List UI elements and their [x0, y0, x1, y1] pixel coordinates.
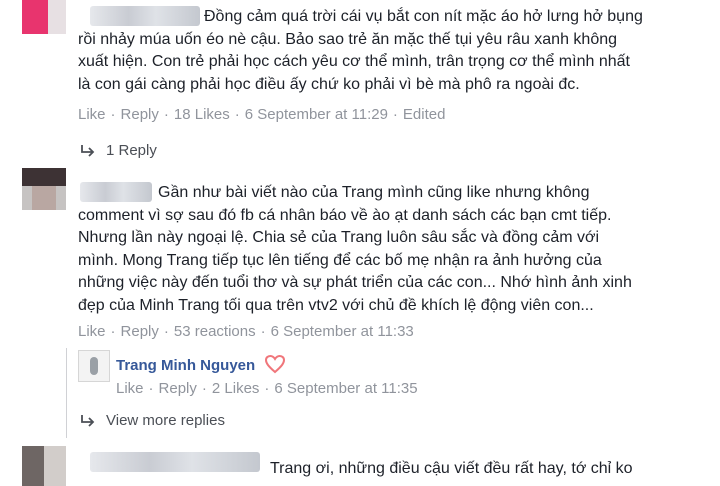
comment-1-replies-link[interactable]: 1 Reply — [80, 142, 157, 159]
edited-label: Edited — [402, 106, 446, 123]
like-link[interactable]: Like — [116, 380, 144, 397]
reply-link[interactable]: Reply — [121, 323, 159, 340]
avatar-blur-block — [32, 186, 56, 210]
comment-3-line: Trang ơi, những điều cậu viết đều rất ha… — [270, 460, 633, 477]
comment-1-line: Đồng cảm quá trời cái vụ bắt con nít mặc… — [204, 8, 643, 25]
timestamp[interactable]: 6 September at 11:29 — [245, 106, 388, 123]
avatar-blur-block — [22, 0, 48, 34]
comment-2-actions: Like · Reply · 53 reactions · 6 September at 1… — [78, 323, 414, 340]
comment-1-body: Đồng cảm quá trời cái vụ bắt con nít mặc… — [78, 6, 643, 96]
comment-3-author-blurred[interactable] — [90, 452, 260, 472]
comment-2-body: Gần như bài viết nào của Trang mình cũng… — [78, 182, 632, 317]
comment-2-line: đẹp của Minh Trang tối qua trên vtv2 với… — [78, 296, 594, 314]
reply-arrow-icon — [81, 145, 95, 157]
likes-count[interactable]: 18 Likes — [174, 106, 230, 123]
avatar-figure — [90, 357, 98, 375]
reply-link[interactable]: Reply — [121, 106, 159, 123]
reply-arrow-icon — [81, 415, 95, 427]
reactions-count[interactable]: 53 reactions — [174, 323, 256, 340]
timestamp[interactable]: 6 September at 11:33 — [271, 323, 414, 340]
comment-2-avatar[interactable] — [22, 168, 66, 210]
comment-2-line: những việc này đến tuổi thơ và sự phát t… — [78, 274, 632, 291]
reply-thread-line — [66, 348, 67, 438]
reply-header: Trang Minh Nguyen — [116, 354, 286, 375]
reply-author-name[interactable]: Trang Minh Nguyen — [116, 357, 255, 374]
like-link[interactable]: Like — [78, 106, 106, 123]
comment-1-avatar[interactable] — [22, 0, 66, 34]
comment-3-body: Trang ơi, những điều cậu viết đều rất ha… — [270, 458, 633, 481]
avatar-blur-block — [44, 446, 66, 486]
comment-2-line: mình. Mong Trang tiếp tục lên tiếng để c… — [78, 251, 602, 269]
avatar-blur-block — [22, 446, 44, 486]
reply-actions: Like · Reply · 2 Likes · 6 September at 11:35 — [116, 380, 418, 397]
avatar-blur-block — [22, 168, 66, 186]
comment-2-line: Nhưng lần này ngoại lệ. Chia sẻ của Tran… — [78, 229, 600, 246]
comment-1-line: là con gái càng phải học điều ấy chứ ko … — [78, 75, 580, 93]
comment-2-line: Gần như bài viết nào của Trang mình cũng… — [158, 184, 590, 201]
comment-1-line: xuất hiện. Con trẻ phải học cách yêu cơ … — [78, 53, 630, 70]
view-more-replies-label: View more replies — [106, 412, 225, 429]
replies-count-label: 1 Reply — [106, 142, 157, 159]
comment-3-avatar[interactable] — [22, 446, 66, 486]
view-more-replies-link[interactable]: View more replies — [80, 412, 225, 429]
timestamp[interactable]: 6 September at 11:35 — [274, 380, 417, 397]
reply-avatar[interactable] — [78, 350, 110, 382]
reply-link[interactable]: Reply — [159, 380, 197, 397]
comment-1-line: rồi nhảy múa uốn éo nè cậu. Bảo sao trẻ … — [78, 30, 618, 48]
likes-count[interactable]: 2 Likes — [212, 380, 260, 397]
comment-1-actions: Like · Reply · 18 Likes · 6 September at 11:29… — [78, 106, 446, 123]
comment-2-line: comment vì sợ sau đó fb cá nhân báo về à… — [78, 206, 612, 224]
heart-reaction-icon[interactable] — [264, 354, 286, 374]
like-link[interactable]: Like — [78, 323, 106, 340]
avatar-blur-block — [48, 0, 66, 34]
